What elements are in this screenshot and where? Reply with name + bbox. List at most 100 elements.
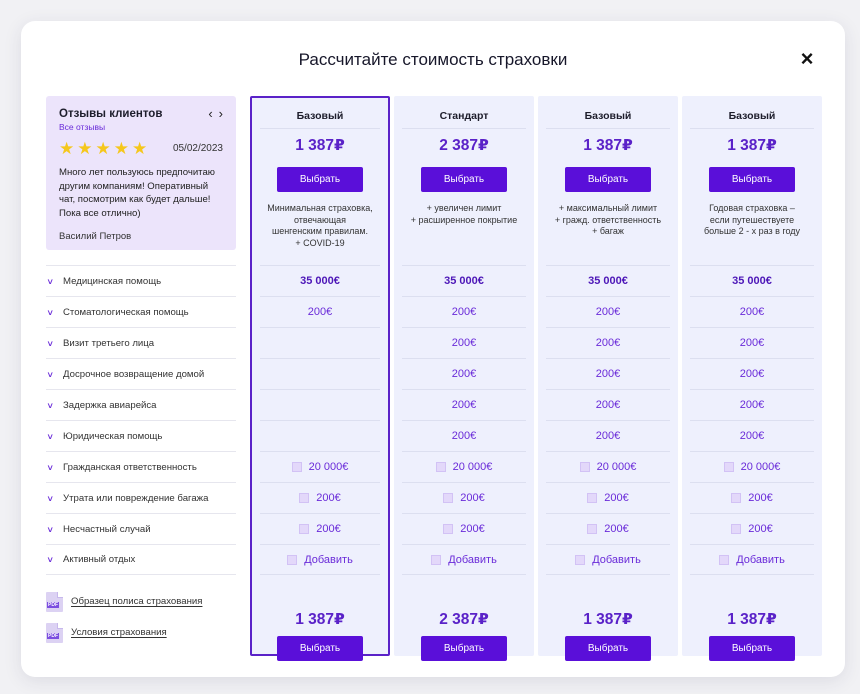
feature-label: Несчастный случай (63, 523, 151, 535)
feature-row[interactable]: ∨ Досрочное возвращение домой (46, 358, 236, 389)
plan-name: Стандарт (439, 110, 489, 122)
option-checkbox[interactable] (579, 462, 590, 472)
plan-price: 1 387₽ (727, 137, 777, 154)
feature-label: Гражданская ответственность (63, 461, 197, 473)
chevron-down-icon: ∨ (46, 307, 54, 317)
choose-plan-button[interactable]: Выбрать (565, 167, 651, 192)
plan-description-line: больше 2 - х раз в году (703, 226, 801, 237)
option-checkbox[interactable] (443, 493, 454, 503)
option-checkbox[interactable] (435, 462, 446, 472)
plan-cell-value: 200€ (595, 430, 621, 442)
plan-cell: 200€ (402, 420, 526, 451)
feature-row[interactable]: ∨ Задержка авиарейса (46, 389, 236, 420)
plan-name: Базовый (728, 110, 776, 122)
plan-column: Базовый 1 387₽ Выбрать Минимальная страх… (250, 96, 390, 661)
star-icon: ★ (95, 139, 111, 158)
plan-price: 1 387₽ (583, 137, 633, 154)
plan-cell: 200€ (546, 513, 670, 544)
plan-description-line: + COVID-19 (295, 237, 345, 248)
feature-row[interactable]: ∨ Активный отдых (46, 544, 236, 575)
plan-cell: 200€ (546, 358, 670, 389)
choose-plan-button-bottom[interactable]: Выбрать (421, 636, 507, 661)
plan-cell-value: 200€ (307, 306, 333, 318)
plan-cell-value: 200€ (460, 523, 485, 535)
plan-cell-value: Добавить (592, 553, 641, 566)
plan-cell: Добавить (402, 544, 526, 575)
plan-cells: 35 000€ 200€ 200€ 200€ 200€ 200€ 20 000€ 200€ 20… (546, 265, 670, 575)
option-checkbox[interactable] (299, 493, 310, 503)
plan-description-line: + максимальный лимит (558, 203, 658, 213)
choose-plan-button[interactable]: Выбрать (421, 167, 507, 192)
chevron-right-icon[interactable]: › (219, 107, 223, 120)
close-icon[interactable]: × (795, 47, 819, 71)
pdf-tag: PDF (47, 632, 59, 639)
chevron-left-icon[interactable]: ‹ (208, 107, 212, 120)
option-checkbox[interactable] (731, 493, 742, 503)
option-checkbox[interactable] (731, 524, 742, 534)
feature-label: Задержка авиарейса (63, 399, 157, 411)
choose-plan-button-bottom[interactable]: Выбрать (565, 636, 651, 661)
option-checkbox[interactable] (287, 554, 298, 565)
plan-price-bottom: 2 387₽ (439, 611, 489, 628)
plan-cell: 200€ (546, 327, 670, 358)
option-checkbox[interactable] (719, 554, 730, 565)
option-checkbox[interactable] (575, 554, 586, 565)
plan-cell-value: 200€ (748, 523, 773, 535)
plan-cell: 200€ (402, 482, 526, 513)
plan-cell-value: 200€ (595, 306, 621, 318)
star-icon: ★ (132, 139, 148, 158)
plan-cell-value: 200€ (748, 492, 773, 504)
option-checkbox[interactable] (443, 524, 454, 534)
feature-row[interactable]: ∨ Гражданская ответственность (46, 451, 236, 482)
option-checkbox[interactable] (299, 524, 310, 534)
choose-plan-button-bottom[interactable]: Выбрать (709, 636, 795, 661)
document-link[interactable]: Образец полиса страхования (71, 596, 202, 607)
review-date: 05/02/2023 (172, 143, 223, 154)
plan-cell: 200€ (546, 296, 670, 327)
feature-row[interactable]: ∨ Визит третьего лица (46, 327, 236, 358)
plan-cell-value: 200€ (595, 337, 621, 349)
document-link[interactable]: Условия страхования (71, 627, 167, 638)
plan-description: + увеличен лимит + расширенное покрытие (402, 203, 526, 226)
plan-cell-value: 200€ (451, 430, 477, 442)
plan-cell-value: 200€ (316, 523, 341, 535)
choose-plan-button[interactable]: Выбрать (277, 167, 363, 192)
chevron-down-icon: ∨ (46, 400, 54, 410)
plan-cell-value: Добавить (736, 553, 785, 566)
option-checkbox[interactable] (291, 462, 302, 472)
document-row: PDF Образец полиса страхования (46, 586, 246, 617)
all-reviews-link[interactable]: Все отзывы (59, 122, 162, 132)
option-checkbox[interactable] (431, 554, 442, 565)
option-checkbox[interactable] (723, 462, 734, 472)
plan-cell-value: 200€ (739, 399, 765, 411)
feature-row[interactable]: ∨ Утрата или повреждение багажа (46, 482, 236, 513)
plan-cell-value: 200€ (604, 492, 629, 504)
plan-name: Базовый (296, 110, 344, 122)
plan-description-line: Годовая страховка – (709, 203, 795, 213)
feature-label: Стоматологическая помощь (63, 306, 189, 318)
plan-cell-value: 200€ (595, 368, 621, 380)
chevron-down-icon: ∨ (46, 431, 54, 441)
insurance-modal: Рассчитайте стоимость страховки × Отзывы… (21, 21, 845, 677)
feature-row[interactable]: ∨ Медицинская помощь (46, 265, 236, 296)
documents-list: PDF Образец полиса страхования PDF Условия … (46, 586, 246, 648)
feature-row[interactable]: ∨ Юридическая помощь (46, 420, 236, 451)
star-icon: ★ (59, 139, 75, 158)
pdf-file-icon: PDF (46, 622, 63, 643)
feature-row[interactable]: ∨ Несчастный случай (46, 513, 236, 544)
choose-plan-button-bottom[interactable]: Выбрать (277, 636, 363, 661)
plan-column: Стандарт 2 387₽ Выбрать + увеличен лимит… (394, 96, 534, 661)
choose-plan-button[interactable]: Выбрать (709, 167, 795, 192)
plan-cell: 35 000€ (546, 265, 670, 296)
feature-row[interactable]: ∨ Стоматологическая помощь (46, 296, 236, 327)
option-checkbox[interactable] (587, 524, 598, 534)
plan-cell: 200€ (402, 296, 526, 327)
review-text: Много лет пользуюсь предпочитаю другим к… (59, 167, 215, 219)
plan-price-bottom: 1 387₽ (727, 611, 777, 628)
plan-description: Годовая страховка – если путешествуете бол… (690, 203, 814, 238)
option-checkbox[interactable] (587, 493, 598, 503)
features-list: ∨ Медицинская помощь ∨ Стоматологическая по… (46, 265, 236, 575)
plan-cell: 35 000€ (402, 265, 526, 296)
plan-cell: Добавить (260, 544, 380, 575)
plan-name: Базовый (584, 110, 632, 122)
